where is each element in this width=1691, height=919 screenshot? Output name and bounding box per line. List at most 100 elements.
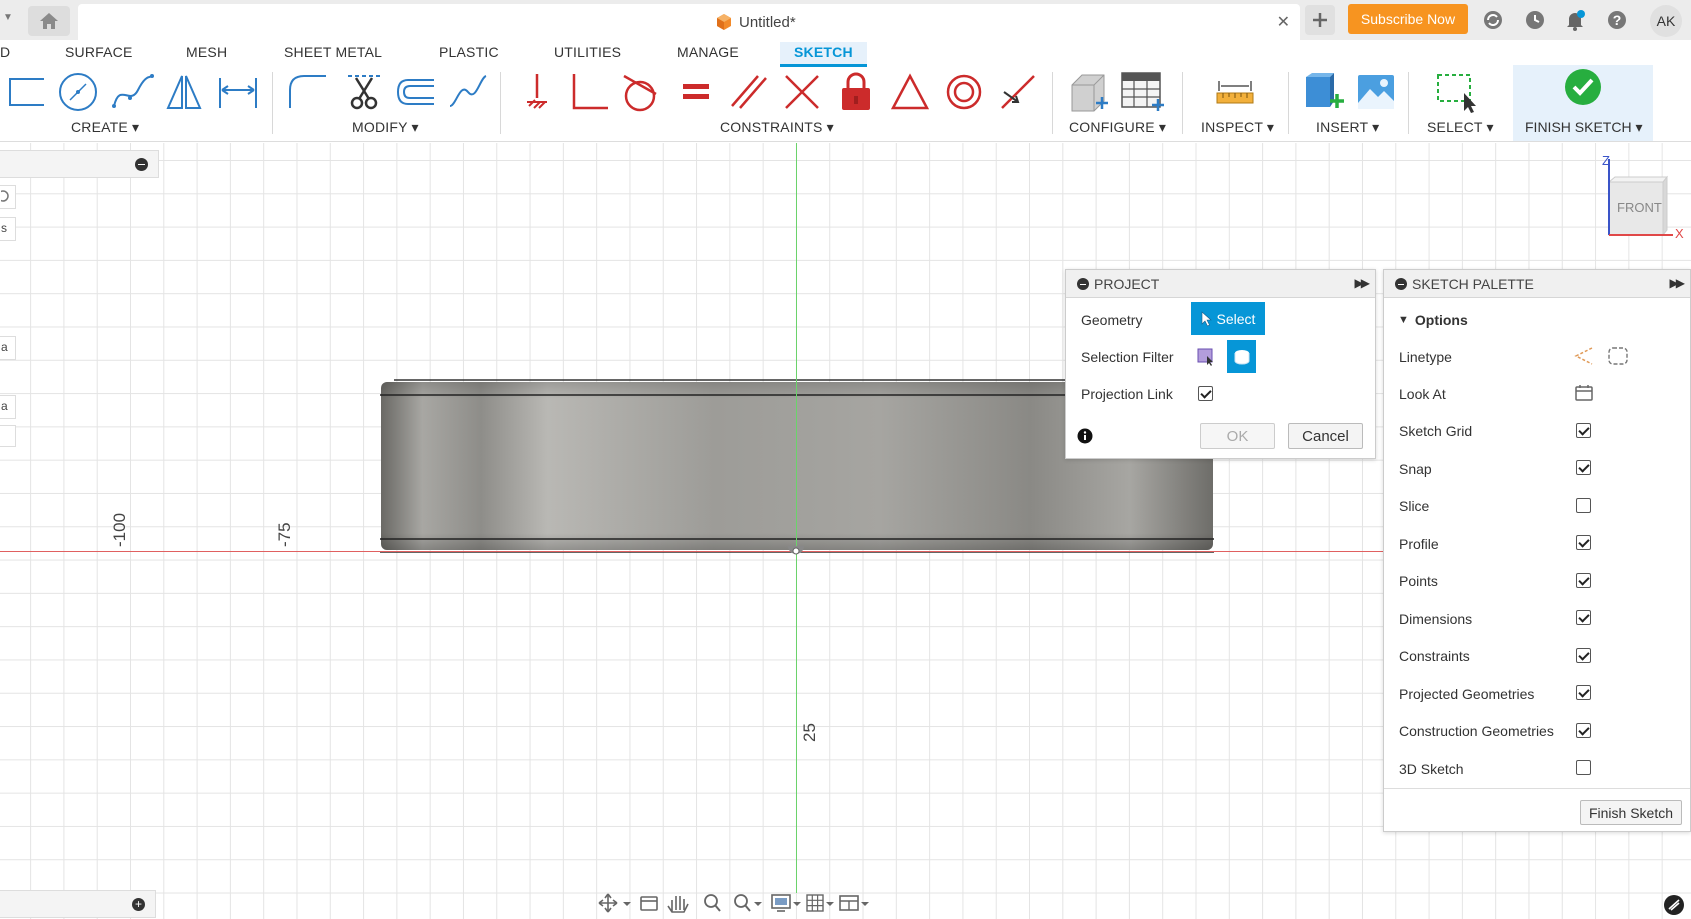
3d-sketch-checkbox[interactable]	[1576, 760, 1591, 775]
tangent-constraint-icon[interactable]	[618, 70, 662, 114]
collapse-icon[interactable]	[1077, 278, 1089, 290]
construction-geometries-checkbox[interactable]	[1576, 723, 1591, 738]
collapse-icon[interactable]	[135, 158, 148, 171]
rectangle-tool-icon[interactable]	[2, 70, 46, 114]
tab-sheet-metal[interactable]: SHEET METAL	[284, 44, 382, 60]
sketch-grid-checkbox[interactable]	[1576, 423, 1591, 438]
constraints-checkbox[interactable]	[1576, 648, 1591, 663]
configure-table-icon[interactable]	[1120, 70, 1164, 114]
filter-specified-entities-icon[interactable]	[1194, 344, 1218, 368]
construction-linetype-icon[interactable]	[1572, 345, 1596, 367]
viewports-icon[interactable]	[839, 895, 869, 911]
finish-sketch-button[interactable]: FINISH SKETCH ▾	[1513, 65, 1653, 141]
ok-button[interactable]: OK	[1200, 423, 1275, 449]
circle-tool-icon[interactable]	[56, 70, 100, 114]
look-at-icon[interactable]	[1574, 384, 1594, 402]
browser-item-fragment[interactable]: a	[0, 336, 16, 360]
mirror-tool-icon[interactable]	[162, 70, 206, 114]
bell-icon[interactable]	[1563, 8, 1587, 32]
configure-box-icon[interactable]	[1066, 70, 1110, 114]
close-tab-icon[interactable]: ✕	[1277, 12, 1290, 32]
projection-link-checkbox[interactable]	[1198, 386, 1213, 401]
midpoint-constraint-icon[interactable]	[780, 70, 824, 114]
clock-icon[interactable]	[1523, 8, 1547, 32]
new-tab-button[interactable]	[1305, 5, 1335, 35]
tab-design[interactable]: D	[0, 44, 10, 60]
select-tool-icon[interactable]	[1434, 70, 1478, 114]
sketch-palette-header[interactable]: SKETCH PALETTE ▶▶	[1384, 270, 1690, 298]
equal-constraint-icon[interactable]	[674, 70, 718, 114]
tab-sketch[interactable]: SKETCH	[780, 42, 867, 67]
expand-arrows-icon[interactable]: ▶▶	[1355, 276, 1371, 290]
browser-item-fragment[interactable]	[0, 425, 16, 447]
insert-mesh-icon[interactable]	[1300, 70, 1344, 114]
slice-checkbox[interactable]	[1576, 498, 1591, 513]
help-icon[interactable]: ?	[1605, 8, 1629, 32]
configure-group-label[interactable]: CONFIGURE ▾	[1069, 119, 1166, 136]
geometry-select-button[interactable]: Select	[1191, 302, 1265, 335]
tab-manage[interactable]: MANAGE	[677, 44, 739, 60]
inspect-group-label[interactable]: INSPECT ▾	[1201, 119, 1274, 136]
tab-plastic[interactable]: PLASTIC	[439, 44, 499, 60]
zoom-window-icon[interactable]	[734, 894, 762, 912]
expand-plus-icon[interactable]: +	[132, 898, 145, 911]
info-icon[interactable]	[1077, 428, 1093, 444]
origin-point-icon[interactable]	[786, 544, 806, 560]
profile-checkbox[interactable]	[1576, 535, 1591, 550]
tab-surface[interactable]: SURFACE	[65, 44, 133, 60]
browser-item-fragment[interactable]: s	[0, 217, 16, 241]
view-cube-face[interactable]: FRONT	[1617, 200, 1662, 215]
home-button[interactable]	[28, 6, 70, 36]
measure-tool-icon[interactable]	[1213, 70, 1257, 114]
points-checkbox[interactable]	[1576, 573, 1591, 588]
fillet-tool-icon[interactable]	[284, 70, 328, 114]
cancel-button[interactable]: Cancel	[1288, 423, 1363, 449]
subscribe-button[interactable]: Subscribe Now	[1348, 4, 1468, 34]
sync-icon[interactable]	[1481, 8, 1505, 32]
filter-bodies-icon[interactable]	[1227, 340, 1256, 373]
projected-geometries-checkbox[interactable]	[1576, 685, 1591, 700]
project-dialog-header[interactable]: PROJECT ▶▶	[1066, 270, 1375, 298]
modify-group-label[interactable]: MODIFY ▾	[352, 119, 419, 136]
offset-tool-icon[interactable]	[392, 70, 436, 114]
grid-settings-icon[interactable]	[806, 894, 834, 912]
browser-panel-header[interactable]	[0, 150, 159, 178]
tab-utilities[interactable]: UTILITIES	[554, 44, 621, 60]
concentric-constraint-icon[interactable]	[942, 70, 986, 114]
dimensions-checkbox[interactable]	[1576, 610, 1591, 625]
options-section-header[interactable]: ▼ Options	[1398, 312, 1468, 328]
perpendicular-constraint-icon[interactable]	[566, 70, 610, 114]
constraints-group-label[interactable]: CONSTRAINTS ▾	[720, 119, 834, 136]
expand-arrows-icon[interactable]: ▶▶	[1670, 276, 1686, 290]
select-group-label[interactable]: SELECT ▾	[1427, 119, 1494, 136]
orbit-icon[interactable]	[598, 893, 631, 913]
parallel-constraint-icon[interactable]	[726, 70, 770, 114]
spline-tool-icon[interactable]	[110, 70, 154, 114]
caret-down-icon[interactable]: ▼	[3, 12, 13, 23]
curve-tool-icon[interactable]	[446, 70, 490, 114]
zoom-icon[interactable]	[704, 894, 721, 912]
look-at-icon[interactable]	[640, 896, 658, 911]
display-settings-icon[interactable]	[771, 894, 801, 912]
centerline-linetype-icon[interactable]	[1606, 345, 1630, 367]
browser-item-fragment[interactable]: a	[0, 395, 16, 419]
coincident-constraint-icon[interactable]	[514, 70, 558, 114]
comments-panel[interactable]: +	[0, 890, 156, 918]
trim-tool-icon[interactable]	[342, 70, 386, 114]
pan-hand-icon[interactable]	[667, 896, 689, 913]
finish-sketch-palette-button[interactable]: Finish Sketch	[1580, 800, 1682, 825]
triangle-constraint-icon[interactable]	[888, 70, 932, 114]
fix-constraint-icon[interactable]	[834, 70, 878, 114]
insert-image-icon[interactable]	[1354, 70, 1398, 114]
dimension-tool-icon[interactable]	[216, 70, 260, 114]
document-tab[interactable]: Untitled* ✕	[78, 4, 1300, 40]
create-group-label[interactable]: CREATE ▾	[71, 119, 139, 136]
tab-mesh[interactable]: MESH	[186, 44, 227, 60]
collapse-icon[interactable]	[1395, 278, 1407, 290]
symmetry-constraint-icon[interactable]	[996, 70, 1040, 114]
view-cube[interactable]: FRONT Z X	[1597, 153, 1687, 245]
insert-group-label[interactable]: INSERT ▾	[1316, 119, 1379, 136]
status-icon[interactable]	[1663, 894, 1685, 916]
browser-item-icon[interactable]	[0, 185, 16, 209]
snap-checkbox[interactable]	[1576, 460, 1591, 475]
